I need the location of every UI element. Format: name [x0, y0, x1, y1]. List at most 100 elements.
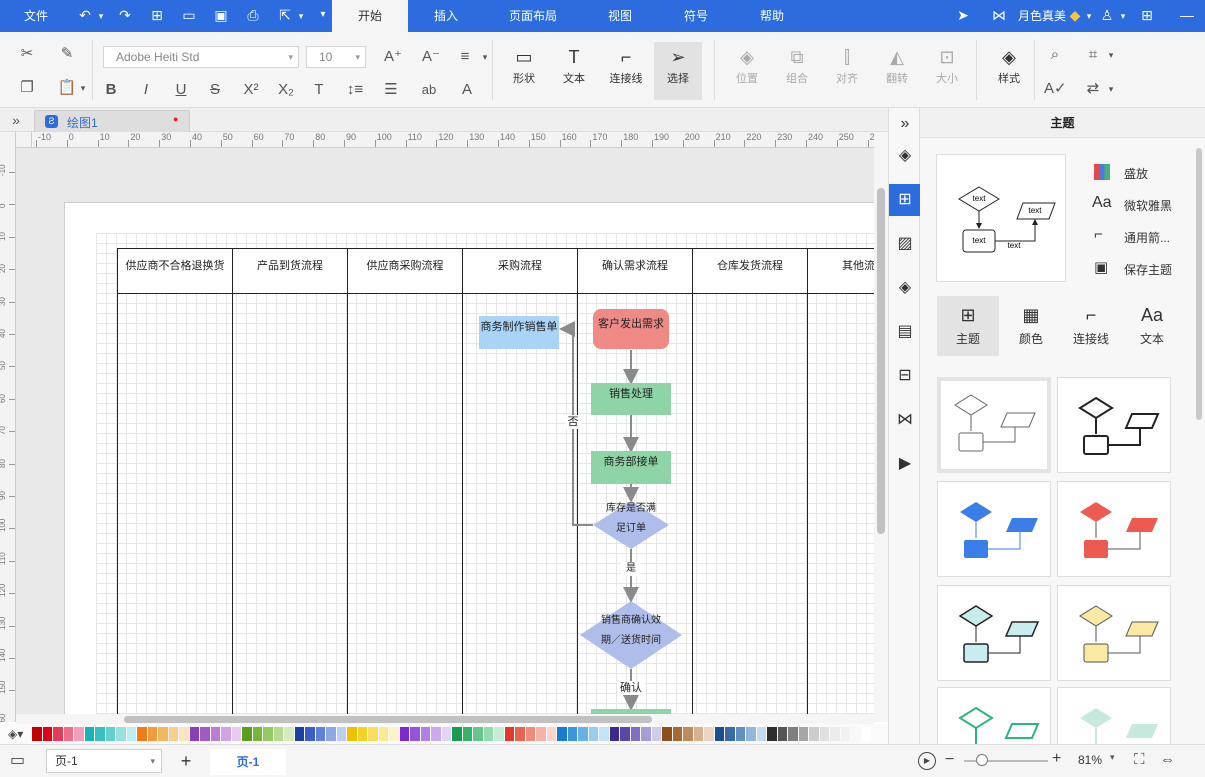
export-dropdown-icon[interactable]: ▾ — [292, 7, 310, 25]
color-swatch[interactable] — [252, 727, 262, 741]
font-size-select[interactable]: 10 ▾ — [306, 46, 366, 68]
color-swatch[interactable] — [179, 727, 189, 741]
shape-button[interactable]: ▭ 形状 — [506, 44, 542, 86]
flip-button[interactable]: ◭ 翻转 — [880, 44, 914, 86]
undo-dropdown-icon[interactable]: ▾ — [92, 7, 110, 25]
color-swatch[interactable] — [158, 727, 168, 741]
color-swatch[interactable] — [704, 727, 714, 741]
page-icon[interactable]: ▤ — [889, 316, 921, 348]
color-swatch[interactable] — [284, 727, 294, 741]
color-swatch[interactable] — [347, 727, 357, 741]
color-swatch[interactable] — [725, 727, 735, 741]
color-swatch[interactable] — [273, 727, 283, 741]
print-icon[interactable]: ⎙ — [244, 6, 262, 24]
style-button[interactable]: ◈ 样式 — [992, 44, 1026, 86]
page-view-icon[interactable]: ▭ — [10, 751, 34, 771]
color-swatch[interactable] — [116, 727, 126, 741]
color-swatch[interactable] — [84, 727, 94, 741]
color-swatch[interactable] — [231, 727, 241, 741]
start-node[interactable]: 客户发出需求 — [593, 309, 669, 349]
select-button[interactable]: ➢ 选择 — [654, 42, 702, 100]
color-swatch[interactable] — [651, 727, 661, 741]
color-swatch[interactable] — [420, 727, 430, 741]
cut-icon[interactable]: ✂ — [16, 43, 38, 65]
color-swatch[interactable] — [378, 727, 388, 741]
tab-insert[interactable]: 插入 — [418, 0, 474, 32]
color-swatch[interactable] — [137, 727, 147, 741]
color-swatch[interactable] — [368, 727, 378, 741]
tab-start[interactable]: 开始 — [332, 0, 408, 32]
tab-symbol[interactable]: 符号 — [674, 0, 718, 32]
color-swatch[interactable] — [32, 727, 42, 741]
color-swatch[interactable] — [609, 727, 619, 741]
font-grow-icon[interactable]: A⁺ — [382, 46, 404, 68]
share-icon[interactable]: ⋈ — [990, 6, 1008, 24]
size-button[interactable]: ⊡ 大小 — [930, 44, 964, 86]
group-button[interactable]: ⧉ 组合 — [780, 44, 814, 86]
text-style-icon[interactable]: T — [308, 79, 330, 101]
color-swatch[interactable] — [441, 727, 451, 741]
shirt-dropdown-icon[interactable]: ▾ — [1114, 7, 1132, 25]
color-swatch[interactable] — [767, 727, 777, 741]
theme-card[interactable] — [1057, 481, 1171, 577]
tab-help[interactable]: 帮助 — [750, 0, 794, 32]
paste-dropdown-icon[interactable]: ▾ — [72, 77, 94, 99]
color-swatch[interactable] — [263, 727, 273, 741]
color-swatch[interactable] — [536, 727, 546, 741]
color-swatch[interactable] — [63, 727, 73, 741]
color-swatch[interactable] — [410, 727, 420, 741]
doc-tab[interactable]: Ƨ 绘图1 ● — [34, 110, 190, 132]
file-menu[interactable]: 文件 — [14, 0, 58, 32]
color-swatch[interactable] — [242, 727, 252, 741]
color-swatch[interactable] — [399, 727, 409, 741]
subscript-icon[interactable]: X₂ — [275, 79, 297, 101]
color-swatch[interactable] — [515, 727, 525, 741]
font-family-select[interactable]: Adobe Heiti Std ▾ — [103, 46, 299, 68]
color-swatch[interactable] — [683, 727, 693, 741]
color-swatch[interactable] — [840, 727, 850, 741]
zoom-level[interactable]: 81% — [1078, 753, 1106, 769]
color-swatch[interactable] — [662, 727, 672, 741]
horizontal-scrollbar[interactable] — [16, 714, 874, 724]
color-swatch[interactable] — [431, 727, 441, 741]
process-node[interactable]: 销售处理 — [591, 383, 671, 415]
font-color-icon[interactable]: A — [456, 79, 478, 101]
bullet-list-icon[interactable]: ☰ — [380, 79, 402, 101]
zoom-slider-thumb[interactable] — [976, 754, 988, 766]
tab-view[interactable]: 视图 — [598, 0, 642, 32]
color-swatch[interactable] — [74, 727, 84, 741]
superscript-icon[interactable]: X² — [240, 79, 262, 101]
color-swatch[interactable] — [42, 727, 52, 741]
color-swatch[interactable] — [53, 727, 63, 741]
fit-width-icon[interactable]: ⇔ — [1160, 750, 1178, 770]
panel-tab-theme[interactable]: ⊞ 主题 — [937, 296, 999, 356]
copy-icon[interactable]: ❐ — [16, 77, 38, 99]
play-icon[interactable]: ▶ — [918, 752, 936, 770]
theme-card[interactable] — [1057, 377, 1171, 473]
color-swatch[interactable] — [641, 727, 651, 741]
color-swatch[interactable] — [336, 727, 346, 741]
minimize-icon[interactable]: — — [1178, 6, 1196, 24]
color-swatch[interactable] — [305, 727, 315, 741]
replace-dropdown-icon[interactable]: ▾ — [1100, 78, 1122, 100]
underline-icon[interactable]: U — [170, 79, 192, 101]
theme-connector-option[interactable]: ⌐ 通用箭... — [1092, 226, 1192, 246]
color-swatch[interactable] — [389, 727, 399, 741]
theme-card[interactable] — [937, 585, 1051, 681]
connector-button[interactable]: ⌐ 连接线 — [604, 44, 648, 86]
text-button[interactable]: T 文本 — [556, 44, 592, 86]
color-swatch[interactable] — [672, 727, 682, 741]
tab-page-layout[interactable]: 页面布局 — [500, 0, 566, 32]
spell-check-icon[interactable]: A✓ — [1044, 78, 1067, 100]
open-folder-icon[interactable]: ▭ — [180, 6, 198, 24]
color-swatch[interactable] — [557, 727, 567, 741]
color-swatch[interactable] — [798, 727, 808, 741]
user-dropdown-icon[interactable]: ▾ — [1080, 7, 1098, 25]
new-page-icon[interactable]: ⊞ — [148, 6, 166, 24]
layers-icon[interactable]: ◈ — [889, 272, 921, 304]
drawing-canvas[interactable]: 供应商不合格退换货 产品到货流程 供应商采购流程 采购流程 确认需求流程 仓库发… — [16, 148, 874, 714]
fit-page-icon[interactable]: ⛶ — [1134, 750, 1152, 770]
color-swatch[interactable] — [735, 727, 745, 741]
color-swatch[interactable] — [546, 727, 556, 741]
color-swatch[interactable] — [221, 727, 231, 741]
